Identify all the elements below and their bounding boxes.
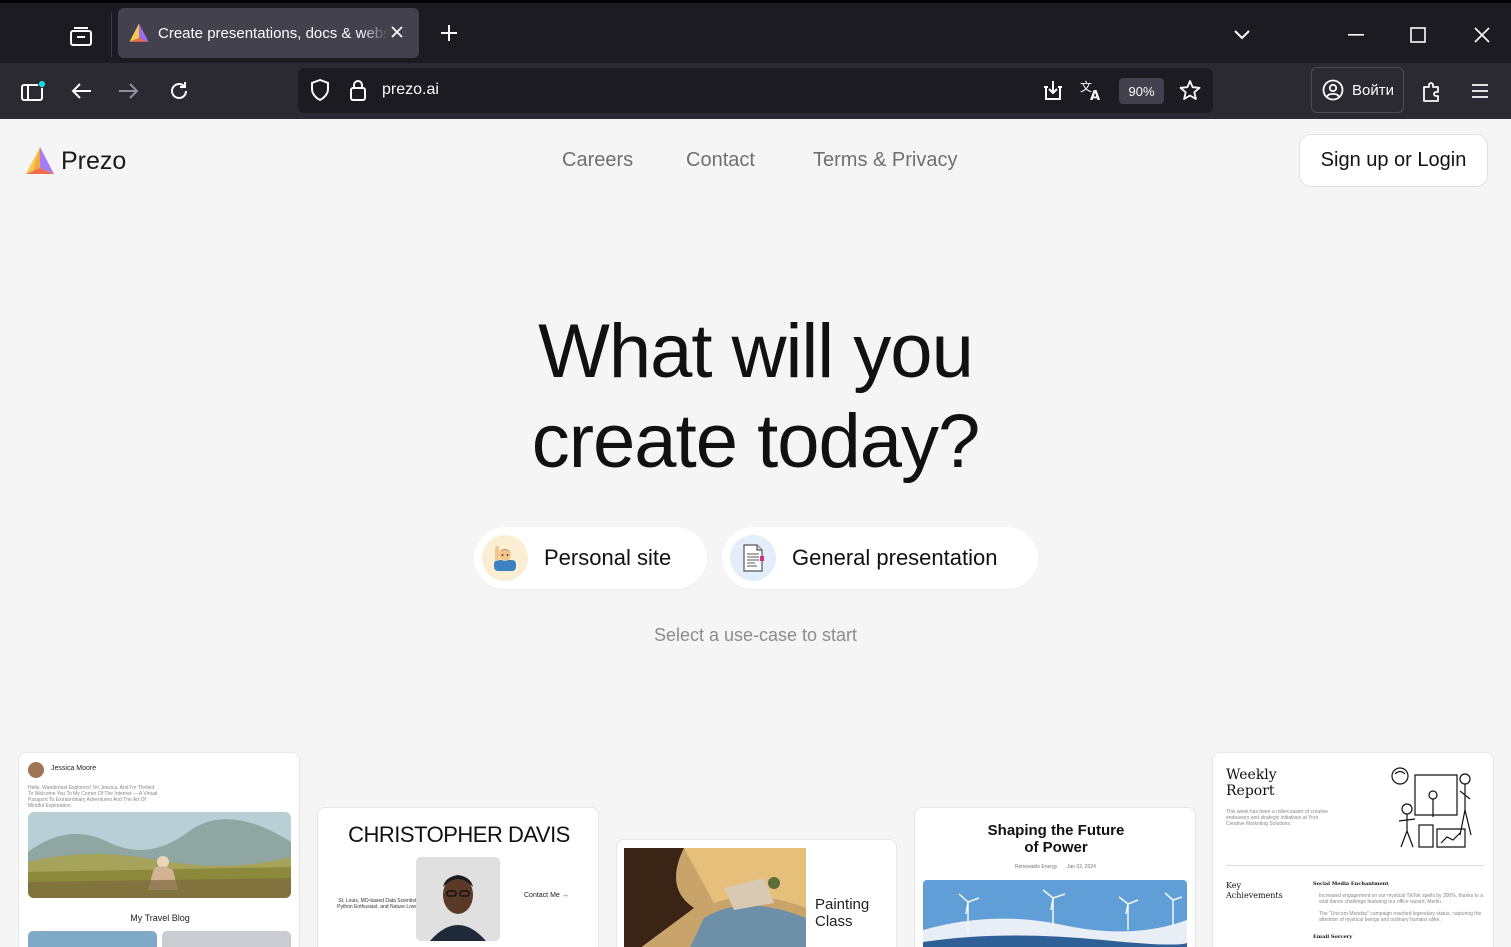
url-text[interactable]: prezo.ai — [382, 81, 439, 99]
prezo-logo-icon — [26, 147, 54, 174]
logo-text: Prezo — [61, 146, 127, 175]
use-case-general-presentation-button[interactable]: General presentation — [722, 527, 1038, 589]
save-page-download-icon[interactable] — [1039, 76, 1067, 104]
account-login-label: Войти — [1352, 81, 1394, 99]
close-tab-icon[interactable] — [385, 20, 409, 44]
nav-terms-privacy-link[interactable]: Terms & Privacy — [813, 149, 957, 172]
signup-login-button[interactable]: Sign up or Login — [1299, 134, 1488, 187]
travel-thumb-1 — [28, 931, 157, 947]
hero-heading: What will you create today? — [0, 307, 1511, 487]
close-window-icon[interactable] — [1462, 17, 1502, 53]
energy-meta-left: Renewable Energy — [1015, 864, 1058, 870]
browser-toolbar: prezo.ai 文A 90% Войти — [0, 63, 1511, 119]
reload-icon[interactable] — [160, 72, 198, 110]
prezo-favicon-icon — [129, 23, 149, 42]
template-card-portfolio[interactable]: CHRISTOPHER DAVIS St. Louis, MO-based Da… — [317, 807, 599, 947]
painting-title: Painting Class — [815, 896, 870, 930]
bookmark-star-icon[interactable] — [1176, 76, 1204, 104]
energy-title: Shaping the Future of Power — [987, 822, 1125, 856]
use-case-personal-site-button[interactable]: Personal site — [474, 527, 707, 589]
energy-wind-turbines-image — [923, 880, 1187, 947]
energy-meta-right: Jan 02, 2024 — [1067, 864, 1096, 870]
report-item1-bullet1: Increased engagement on our mystical Tik… — [1319, 893, 1483, 905]
painting-image — [624, 848, 806, 947]
sidebar-toggle-icon[interactable] — [14, 72, 52, 110]
use-case-general-presentation-label: General presentation — [792, 545, 998, 570]
portfolio-name: CHRISTOPHER DAVIS — [348, 822, 570, 847]
travel-hero-image — [28, 812, 291, 898]
prezo-logo[interactable]: Prezo — [25, 146, 126, 176]
portfolio-bio: St. Louis, MO-based Data Scientist, Pyth… — [337, 898, 419, 910]
tab-title: Create presentations, docs & websites — [158, 24, 388, 42]
nav-careers-link[interactable]: Careers — [562, 149, 633, 172]
report-section-heading: Key Achievements — [1226, 881, 1283, 900]
travel-author-name: Jessica Moore — [51, 765, 97, 772]
back-arrow-icon[interactable] — [62, 72, 100, 110]
list-all-tabs-chevron-icon[interactable] — [1228, 21, 1256, 49]
tracking-protection-shield-icon[interactable] — [306, 76, 334, 104]
lock-icon[interactable] — [344, 76, 372, 104]
report-intro: This week has been a rollercoaster of cr… — [1226, 809, 1328, 827]
account-login-button[interactable]: Войти — [1311, 67, 1404, 113]
template-card-travel-blog[interactable]: Jessica Moore Hello, Wanderlust Explorer… — [18, 752, 300, 947]
portfolio-photo — [416, 857, 500, 941]
account-icon — [1322, 79, 1344, 101]
template-card-painting-class[interactable]: Painting Class — [616, 839, 897, 947]
zoom-level-badge[interactable]: 90% — [1119, 78, 1164, 104]
new-tab-plus-icon[interactable] — [434, 18, 464, 48]
tab-overview-icon[interactable] — [62, 17, 100, 55]
template-card-weekly-report[interactable]: Weekly Report This week has been a rolle… — [1212, 752, 1494, 947]
nav-contact-link[interactable]: Contact — [686, 149, 755, 172]
browser-tab-bar: Create presentations, docs & websites — [0, 0, 1511, 63]
travel-thumb-2 — [162, 931, 291, 947]
travel-intro-text: Hello, Wanderlust Explorers! I'm Jessica… — [28, 785, 158, 809]
tab-separator — [111, 13, 112, 57]
document-icon — [730, 535, 776, 581]
person-raising-hand-icon — [482, 535, 528, 581]
translate-icon[interactable]: 文A — [1078, 76, 1106, 104]
address-bar[interactable]: prezo.ai 文A 90% — [298, 68, 1213, 113]
hero-line-1: What will you — [538, 309, 974, 394]
report-item2-title: Email Sorcery — [1313, 934, 1353, 940]
use-case-personal-site-label: Personal site — [544, 545, 672, 570]
template-card-energy[interactable]: Shaping the Future of Power Renewable En… — [914, 807, 1196, 947]
travel-caption: My Travel Blog — [130, 913, 190, 923]
report-divider — [1226, 865, 1484, 866]
extensions-puzzle-icon[interactable] — [1413, 72, 1451, 110]
report-item1-title: Social Media Enchantment — [1313, 881, 1389, 887]
use-case-hint: Select a use-case to start — [653, 625, 858, 645]
svg-text:A: A — [1090, 89, 1100, 101]
active-tab[interactable]: Create presentations, docs & websites — [118, 8, 419, 58]
forward-arrow-icon[interactable] — [110, 72, 148, 110]
maximize-window-icon[interactable] — [1398, 17, 1438, 53]
minimize-window-icon[interactable] — [1336, 17, 1376, 53]
app-menu-hamburger-icon[interactable] — [1461, 72, 1499, 110]
prezo-landing-page: Prezo Careers Contact Terms & Privacy Si… — [0, 119, 1511, 947]
report-title: Weekly Report — [1226, 767, 1277, 799]
hero-line-2: create today? — [531, 399, 981, 484]
avatar — [28, 762, 44, 778]
report-illustration — [1385, 765, 1477, 849]
report-item1-bullet2: The "Unicorn Monday" campaign reached le… — [1319, 911, 1482, 923]
portfolio-contact-link: Contact Me → — [524, 892, 569, 899]
